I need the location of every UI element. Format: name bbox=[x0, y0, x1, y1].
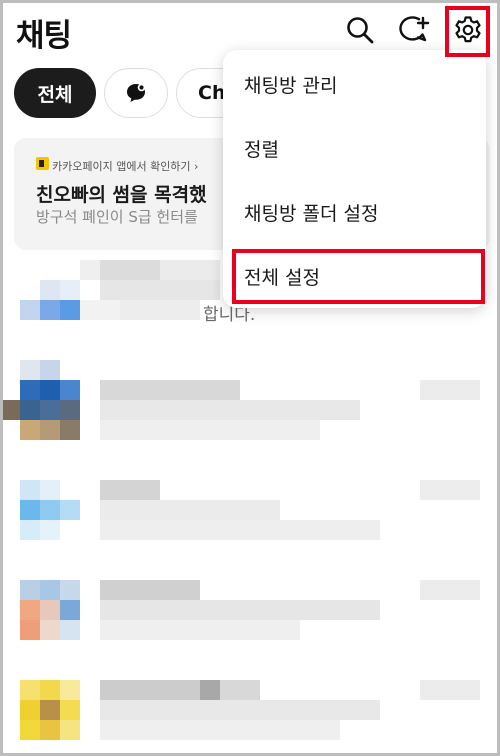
settings-highlight-box bbox=[445, 6, 490, 57]
all-settings-highlight-box bbox=[232, 249, 485, 304]
avatar bbox=[20, 480, 40, 500]
chat-name-blurred bbox=[100, 480, 160, 500]
chat-name-blurred bbox=[100, 680, 200, 700]
avatar bbox=[20, 580, 40, 600]
chat-time-blurred bbox=[420, 680, 480, 700]
ad-subtitle: 방구석 폐인이 S급 헌터를 bbox=[36, 208, 198, 226]
ad-source-link[interactable]: 카카오페이지 앱에서 확인하기 › bbox=[52, 158, 198, 174]
open-chat-bubble-icon bbox=[127, 83, 146, 102]
ad-title: 친오빠의 썸을 목격했 bbox=[36, 184, 207, 206]
filter-chip-open-chat[interactable] bbox=[104, 68, 168, 118]
chat-row[interactable] bbox=[0, 460, 500, 560]
avatar bbox=[20, 680, 40, 700]
new-chat-icon bbox=[399, 16, 430, 42]
page-title: 채팅 bbox=[16, 18, 72, 54]
menu-item-folder-settings[interactable]: 채팅방 폴더 설정 bbox=[223, 180, 486, 244]
chat-name-blurred bbox=[80, 260, 100, 280]
chat-name-blurred bbox=[100, 380, 240, 400]
avatar bbox=[40, 280, 60, 300]
menu-item-sort[interactable]: 정렬 bbox=[223, 116, 486, 180]
menu-item-manage-chatrooms[interactable]: 채팅방 관리 bbox=[223, 52, 486, 116]
chat-time-blurred bbox=[420, 580, 480, 600]
chat-row[interactable] bbox=[0, 360, 500, 460]
chat-row[interactable] bbox=[0, 560, 500, 660]
search-button[interactable] bbox=[342, 12, 378, 48]
search-icon bbox=[347, 17, 374, 44]
new-chat-button[interactable] bbox=[396, 12, 432, 48]
avatar bbox=[20, 360, 40, 380]
chat-name-blurred bbox=[100, 580, 200, 600]
chat-time-blurred bbox=[420, 480, 480, 500]
chat-time-blurred bbox=[420, 380, 480, 400]
kakaopage-logo-icon bbox=[36, 157, 49, 170]
chat-row[interactable] bbox=[0, 660, 500, 756]
filter-chip-all[interactable]: 전체 bbox=[14, 68, 96, 118]
